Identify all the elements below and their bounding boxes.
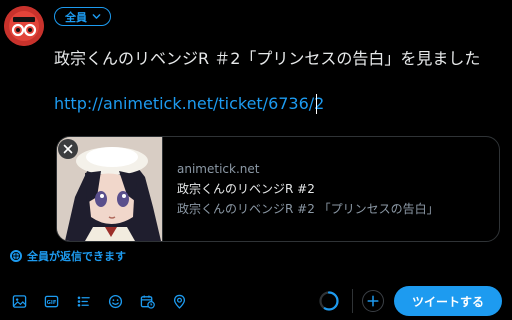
plus-icon [367, 295, 379, 307]
card-domain: animetick.net [177, 162, 260, 176]
composer-toolbar: GIF [8, 290, 190, 312]
link-preview-card[interactable]: animetick.net 政宗くんのリベンジR #2 政宗くんのリベンジR #… [56, 136, 500, 242]
schedule-button[interactable] [136, 290, 158, 312]
tweet-button[interactable]: ツイートする [394, 286, 502, 316]
poll-button[interactable] [72, 290, 94, 312]
close-icon [63, 144, 73, 154]
globe-icon [10, 250, 22, 262]
card-title: 政宗くんのリベンジR #2 [177, 182, 315, 196]
gif-icon: GIF [44, 295, 58, 307]
emoji-icon [108, 294, 122, 308]
toolbar-divider [352, 289, 353, 313]
character-count-ring [318, 290, 340, 312]
schedule-icon [140, 295, 155, 309]
reply-setting[interactable]: 全員が返信できます [10, 248, 126, 264]
tweet-text[interactable]: 政宗くんのリベンジR ＃2「プリンセスの告白」を見ました [54, 48, 504, 70]
chevron-down-icon [92, 14, 101, 19]
location-icon [173, 294, 185, 309]
gif-button[interactable]: GIF [40, 290, 62, 312]
avatar[interactable] [4, 6, 44, 46]
emoji-button[interactable] [104, 290, 126, 312]
card-description: 政宗くんのリベンジR #2 「プリンセスの告白」 [177, 202, 439, 216]
remove-card-button[interactable] [58, 139, 78, 159]
image-icon [12, 294, 26, 308]
audience-label: 全員 [65, 10, 87, 24]
tweet-link[interactable]: http://animetick.net/ticket/6736/2 [54, 93, 324, 115]
reply-setting-label: 全員が返信できます [27, 250, 126, 263]
location-button[interactable] [168, 290, 190, 312]
add-tweet-button[interactable] [362, 290, 384, 312]
poll-icon [77, 295, 90, 307]
audience-selector[interactable]: 全員 [54, 7, 111, 26]
svg-text:GIF: GIF [46, 299, 56, 305]
media-button[interactable] [8, 290, 30, 312]
text-caret [316, 94, 317, 114]
